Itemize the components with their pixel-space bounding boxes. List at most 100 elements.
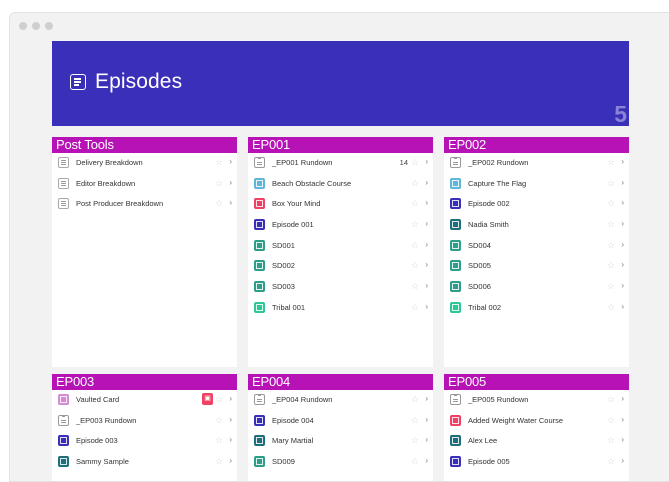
star-icon[interactable]: ☆ xyxy=(411,302,419,313)
star-icon[interactable]: ☆ xyxy=(411,198,419,209)
list-item[interactable]: SD004 ☆ › xyxy=(444,236,629,257)
column-title[interactable]: EP005 xyxy=(444,374,629,390)
star-icon[interactable]: ☆ xyxy=(215,394,223,405)
star-icon[interactable]: ☆ xyxy=(215,178,223,189)
chevron-right-icon[interactable]: › xyxy=(229,157,232,166)
star-icon[interactable]: ☆ xyxy=(607,198,615,209)
chevron-right-icon[interactable]: › xyxy=(621,240,624,249)
list-item[interactable]: Editor Breakdown ☆ › xyxy=(52,174,237,195)
chevron-right-icon[interactable]: › xyxy=(425,394,428,403)
list-item[interactable]: SD009 ☆ › xyxy=(248,452,433,473)
star-icon[interactable]: ☆ xyxy=(607,157,615,168)
chevron-right-icon[interactable]: › xyxy=(621,415,624,424)
star-icon[interactable]: ☆ xyxy=(607,178,615,189)
star-icon[interactable]: ☆ xyxy=(607,240,615,251)
list-item[interactable]: Capture The Flag ☆ › xyxy=(444,174,629,195)
star-icon[interactable]: ☆ xyxy=(607,219,615,230)
chevron-right-icon[interactable]: › xyxy=(425,302,428,311)
list-item[interactable]: Tribal 001 ☆ › xyxy=(248,298,433,319)
chevron-right-icon[interactable]: › xyxy=(425,178,428,187)
list-item[interactable]: SD003 ☆ › xyxy=(248,277,433,298)
window-maximize-dot[interactable] xyxy=(45,22,53,30)
star-icon[interactable]: ☆ xyxy=(607,260,615,271)
column-title[interactable]: EP001 xyxy=(248,137,433,153)
star-icon[interactable]: ☆ xyxy=(411,456,419,467)
list-item[interactable]: SD002 ☆ › xyxy=(248,256,433,277)
list-item[interactable]: _EP002 Rundown ☆ › xyxy=(444,153,629,174)
chevron-right-icon[interactable]: › xyxy=(425,415,428,424)
star-icon[interactable]: ☆ xyxy=(411,415,419,426)
star-icon[interactable]: ☆ xyxy=(411,219,419,230)
window-minimize-dot[interactable] xyxy=(32,22,40,30)
star-icon[interactable]: ☆ xyxy=(607,456,615,467)
chevron-right-icon[interactable]: › xyxy=(229,415,232,424)
column-title[interactable]: Post Tools xyxy=(52,137,237,153)
star-icon[interactable]: ☆ xyxy=(215,456,223,467)
list-item[interactable]: SD001 ☆ › xyxy=(248,236,433,257)
star-icon[interactable]: ☆ xyxy=(411,281,419,292)
chevron-right-icon[interactable]: › xyxy=(425,157,428,166)
chevron-right-icon[interactable]: › xyxy=(621,198,624,207)
chevron-right-icon[interactable]: › xyxy=(425,435,428,444)
list-item[interactable]: Box Your Mind ☆ › xyxy=(248,194,433,215)
chevron-right-icon[interactable]: › xyxy=(621,157,624,166)
list-item[interactable]: Delivery Breakdown ☆ › xyxy=(52,153,237,174)
star-icon[interactable]: ☆ xyxy=(215,415,223,426)
list-item[interactable]: _EP004 Rundown ☆ › xyxy=(248,390,433,411)
star-icon[interactable]: ☆ xyxy=(411,240,419,251)
star-icon[interactable]: ☆ xyxy=(607,394,615,405)
chevron-right-icon[interactable]: › xyxy=(621,435,624,444)
chevron-right-icon[interactable]: › xyxy=(621,302,624,311)
chevron-right-icon[interactable]: › xyxy=(425,260,428,269)
chevron-right-icon[interactable]: › xyxy=(621,260,624,269)
chevron-right-icon[interactable]: › xyxy=(229,435,232,444)
list-item[interactable]: Post Producer Breakdown ☆ › xyxy=(52,194,237,215)
list-item[interactable]: Mary Martial ☆ › xyxy=(248,431,433,452)
column-title[interactable]: EP003 xyxy=(52,374,237,390)
list-item[interactable]: Episode 003 ☆ › xyxy=(52,431,237,452)
column-title[interactable]: EP004 xyxy=(248,374,433,390)
list-item[interactable]: Episode 001 ☆ › xyxy=(248,215,433,236)
list-item[interactable]: Vaulted Card ▣ ☆ › xyxy=(52,390,237,411)
chevron-right-icon[interactable]: › xyxy=(621,178,624,187)
list-item[interactable]: _EP005 Rundown ☆ › xyxy=(444,390,629,411)
list-item[interactable]: Episode 004 ☆ › xyxy=(248,411,433,432)
star-icon[interactable]: ☆ xyxy=(411,178,419,189)
list-item[interactable]: Beach Obstacle Course ☆ › xyxy=(248,174,433,195)
chevron-right-icon[interactable]: › xyxy=(229,198,232,207)
chevron-right-icon[interactable]: › xyxy=(621,219,624,228)
star-icon[interactable]: ☆ xyxy=(215,198,223,209)
chevron-right-icon[interactable]: › xyxy=(425,219,428,228)
list-item[interactable]: SD005 ☆ › xyxy=(444,256,629,277)
vault-badge-icon[interactable]: ▣ xyxy=(202,393,213,405)
list-item[interactable]: Alex Lee ☆ › xyxy=(444,431,629,452)
star-icon[interactable]: ☆ xyxy=(411,435,419,446)
list-item[interactable]: Nadia Smith ☆ › xyxy=(444,215,629,236)
list-item[interactable]: _EP001 Rundown 14 ☆ › xyxy=(248,153,433,174)
column-title[interactable]: EP002 xyxy=(444,137,629,153)
star-icon[interactable]: ☆ xyxy=(607,302,615,313)
list-item[interactable]: Sammy Sample ☆ › xyxy=(52,452,237,473)
chevron-right-icon[interactable]: › xyxy=(425,198,428,207)
list-item[interactable]: Episode 005 ☆ › xyxy=(444,452,629,473)
list-item[interactable]: Episode 002 ☆ › xyxy=(444,194,629,215)
list-item[interactable]: Tribal 002 ☆ › xyxy=(444,298,629,319)
star-icon[interactable]: ☆ xyxy=(411,260,419,271)
star-icon[interactable]: ☆ xyxy=(215,435,223,446)
star-icon[interactable]: ☆ xyxy=(411,394,419,405)
list-item[interactable]: Added Weight Water Course ☆ › xyxy=(444,411,629,432)
star-icon[interactable]: ☆ xyxy=(411,157,419,168)
star-icon[interactable]: ☆ xyxy=(607,415,615,426)
list-item[interactable]: SD006 ☆ › xyxy=(444,277,629,298)
star-icon[interactable]: ☆ xyxy=(607,281,615,292)
chevron-right-icon[interactable]: › xyxy=(621,394,624,403)
chevron-right-icon[interactable]: › xyxy=(425,281,428,290)
chevron-right-icon[interactable]: › xyxy=(229,178,232,187)
star-icon[interactable]: ☆ xyxy=(215,157,223,168)
chevron-right-icon[interactable]: › xyxy=(229,394,232,403)
chevron-right-icon[interactable]: › xyxy=(425,240,428,249)
list-item[interactable]: _EP003 Rundown ☆ › xyxy=(52,411,237,432)
star-icon[interactable]: ☆ xyxy=(607,435,615,446)
window-close-dot[interactable] xyxy=(19,22,27,30)
chevron-right-icon[interactable]: › xyxy=(621,281,624,290)
